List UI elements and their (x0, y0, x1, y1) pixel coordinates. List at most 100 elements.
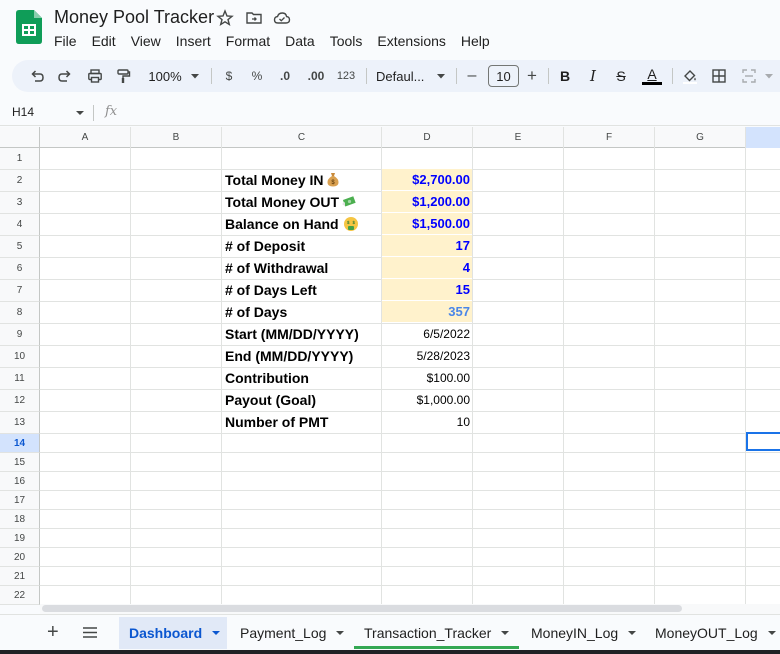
font-size-input[interactable]: 10 (488, 65, 519, 87)
spreadsheet-grid[interactable]: A B C D E F G 1 2 3 4 5 6 7 8 9 10 11 12 13 14 15 16 17 1… (0, 127, 780, 605)
row-header-8[interactable]: 8 (0, 302, 40, 324)
paint-format-icon[interactable] (112, 60, 134, 92)
balance-label-cell[interactable]: Balance on Hand $ $ (225, 213, 359, 234)
end-date-label[interactable]: End (MM/DD/YYYY) (225, 345, 353, 366)
column-header-f[interactable]: F (564, 127, 655, 148)
row-header-10[interactable]: 10 (0, 346, 40, 368)
pmt-label[interactable]: Number of PMT (225, 411, 328, 432)
column-header-e[interactable]: E (473, 127, 564, 148)
pmt-value[interactable]: 10 (382, 411, 472, 432)
borders-icon[interactable] (709, 60, 729, 92)
name-box[interactable]: H14 (12, 105, 34, 119)
tab-menu-icon[interactable] (628, 631, 637, 635)
start-date-value[interactable]: 6/5/2022 (382, 323, 472, 344)
payout-label[interactable]: Payout (Goal) (225, 389, 316, 410)
sheets-logo-icon[interactable] (16, 10, 42, 44)
contribution-value[interactable]: $100.00 (382, 367, 472, 388)
days-left-label[interactable]: # of Days Left (225, 279, 317, 300)
star-icon[interactable] (216, 9, 234, 27)
menu-tools[interactable]: Tools (330, 31, 369, 51)
row-header-7[interactable]: 7 (0, 280, 40, 302)
row-header-3[interactable]: 3 (0, 192, 40, 214)
withdrawals-label[interactable]: # of Withdrawal (225, 257, 328, 278)
print-icon[interactable] (84, 60, 106, 92)
column-header-a[interactable]: A (40, 127, 131, 148)
row-header-6[interactable]: 6 (0, 258, 40, 280)
menu-format[interactable]: Format (226, 31, 276, 51)
fill-color-icon[interactable] (680, 60, 700, 92)
tab-menu-icon[interactable] (212, 631, 221, 635)
tab-moneyin-log[interactable]: MoneyIN_Log (521, 617, 646, 649)
merge-cells-icon[interactable] (738, 60, 760, 92)
font-size-increase-button[interactable]: + (524, 60, 540, 92)
increase-decimal-button[interactable]: .00 (304, 60, 328, 92)
days-label[interactable]: # of Days (225, 301, 287, 322)
row-header-1[interactable]: 1 (0, 148, 40, 170)
column-header-d[interactable]: D (382, 127, 473, 148)
selected-cell-h14[interactable] (746, 432, 780, 451)
cloud-saved-icon[interactable] (273, 9, 291, 27)
start-date-label[interactable]: Start (MM/DD/YYYY) (225, 323, 359, 344)
column-header-c[interactable]: C (222, 127, 382, 148)
contribution-label[interactable]: Contribution (225, 367, 309, 388)
balance-value[interactable]: $1,500.00 (382, 213, 472, 234)
menu-edit[interactable]: Edit (92, 31, 122, 51)
row-header-17[interactable]: 17 (0, 491, 40, 510)
move-folder-icon[interactable] (245, 9, 263, 27)
tab-moneyout-log[interactable]: MoneyOUT_Log (645, 617, 780, 649)
days-left-value[interactable]: 15 (382, 279, 472, 300)
row-header-13[interactable]: 13 (0, 412, 40, 434)
strikethrough-button[interactable]: S (612, 60, 630, 92)
scrollbar-thumb[interactable] (42, 605, 682, 612)
menu-view[interactable]: View (131, 31, 167, 51)
total-out-value[interactable]: $1,200.00 (382, 191, 472, 212)
percent-format-button[interactable]: % (248, 60, 266, 92)
deposits-label[interactable]: # of Deposit (225, 235, 305, 256)
font-dropdown-icon[interactable] (436, 60, 446, 92)
days-value[interactable]: 357 (382, 301, 472, 322)
zoom-select[interactable]: 100% (144, 60, 186, 92)
horizontal-scrollbar[interactable] (40, 604, 780, 614)
deposits-value[interactable]: 17 (382, 235, 472, 256)
row-header-4[interactable]: 4 (0, 214, 40, 236)
total-in-value[interactable]: $2,700.00 (382, 169, 472, 190)
font-size-decrease-button[interactable]: – (464, 60, 480, 92)
text-color-button[interactable]: A (640, 60, 664, 92)
row-header-12[interactable]: 12 (0, 390, 40, 412)
column-header-g[interactable]: G (655, 127, 746, 148)
tab-dashboard[interactable]: Dashboard (119, 617, 227, 649)
row-header-20[interactable]: 20 (0, 548, 40, 567)
more-formats-button[interactable]: 123 (334, 60, 358, 92)
row-header-21[interactable]: 21 (0, 567, 40, 586)
tab-transaction-tracker[interactable]: Transaction_Tracker (354, 617, 519, 649)
bold-button[interactable]: B (556, 60, 574, 92)
tab-menu-icon[interactable] (767, 631, 776, 635)
name-box-dropdown-icon[interactable] (76, 111, 84, 115)
add-sheet-icon[interactable]: + (47, 621, 59, 644)
document-title[interactable]: Money Pool Tracker (54, 7, 214, 28)
merge-dropdown-icon[interactable] (764, 60, 774, 92)
row-header-22[interactable]: 22 (0, 586, 40, 605)
row-header-16[interactable]: 16 (0, 472, 40, 491)
tab-payment-log[interactable]: Payment_Log (230, 617, 354, 649)
decrease-decimal-button[interactable]: .0 (274, 60, 296, 92)
tab-menu-icon[interactable] (501, 631, 510, 635)
withdrawals-value[interactable]: 4 (382, 257, 472, 278)
menu-data[interactable]: Data (285, 31, 321, 51)
undo-icon[interactable] (26, 60, 48, 92)
tab-menu-icon[interactable] (336, 631, 345, 635)
menu-insert[interactable]: Insert (176, 31, 217, 51)
total-in-label-cell[interactable]: Total Money IN $ (225, 169, 340, 190)
row-header-2[interactable]: 2 (0, 170, 40, 192)
row-header-15[interactable]: 15 (0, 453, 40, 472)
row-header-18[interactable]: 18 (0, 510, 40, 529)
currency-format-button[interactable]: $ (220, 60, 238, 92)
all-sheets-icon[interactable] (83, 627, 97, 638)
row-header-11[interactable]: 11 (0, 368, 40, 390)
font-family-select[interactable]: Defaul... (376, 60, 432, 92)
row-header-14[interactable]: 14 (0, 434, 40, 453)
zoom-dropdown-icon[interactable] (190, 60, 200, 92)
menu-extensions[interactable]: Extensions (377, 31, 451, 51)
payout-value[interactable]: $1,000.00 (382, 389, 472, 410)
end-date-value[interactable]: 5/28/2023 (382, 345, 472, 366)
